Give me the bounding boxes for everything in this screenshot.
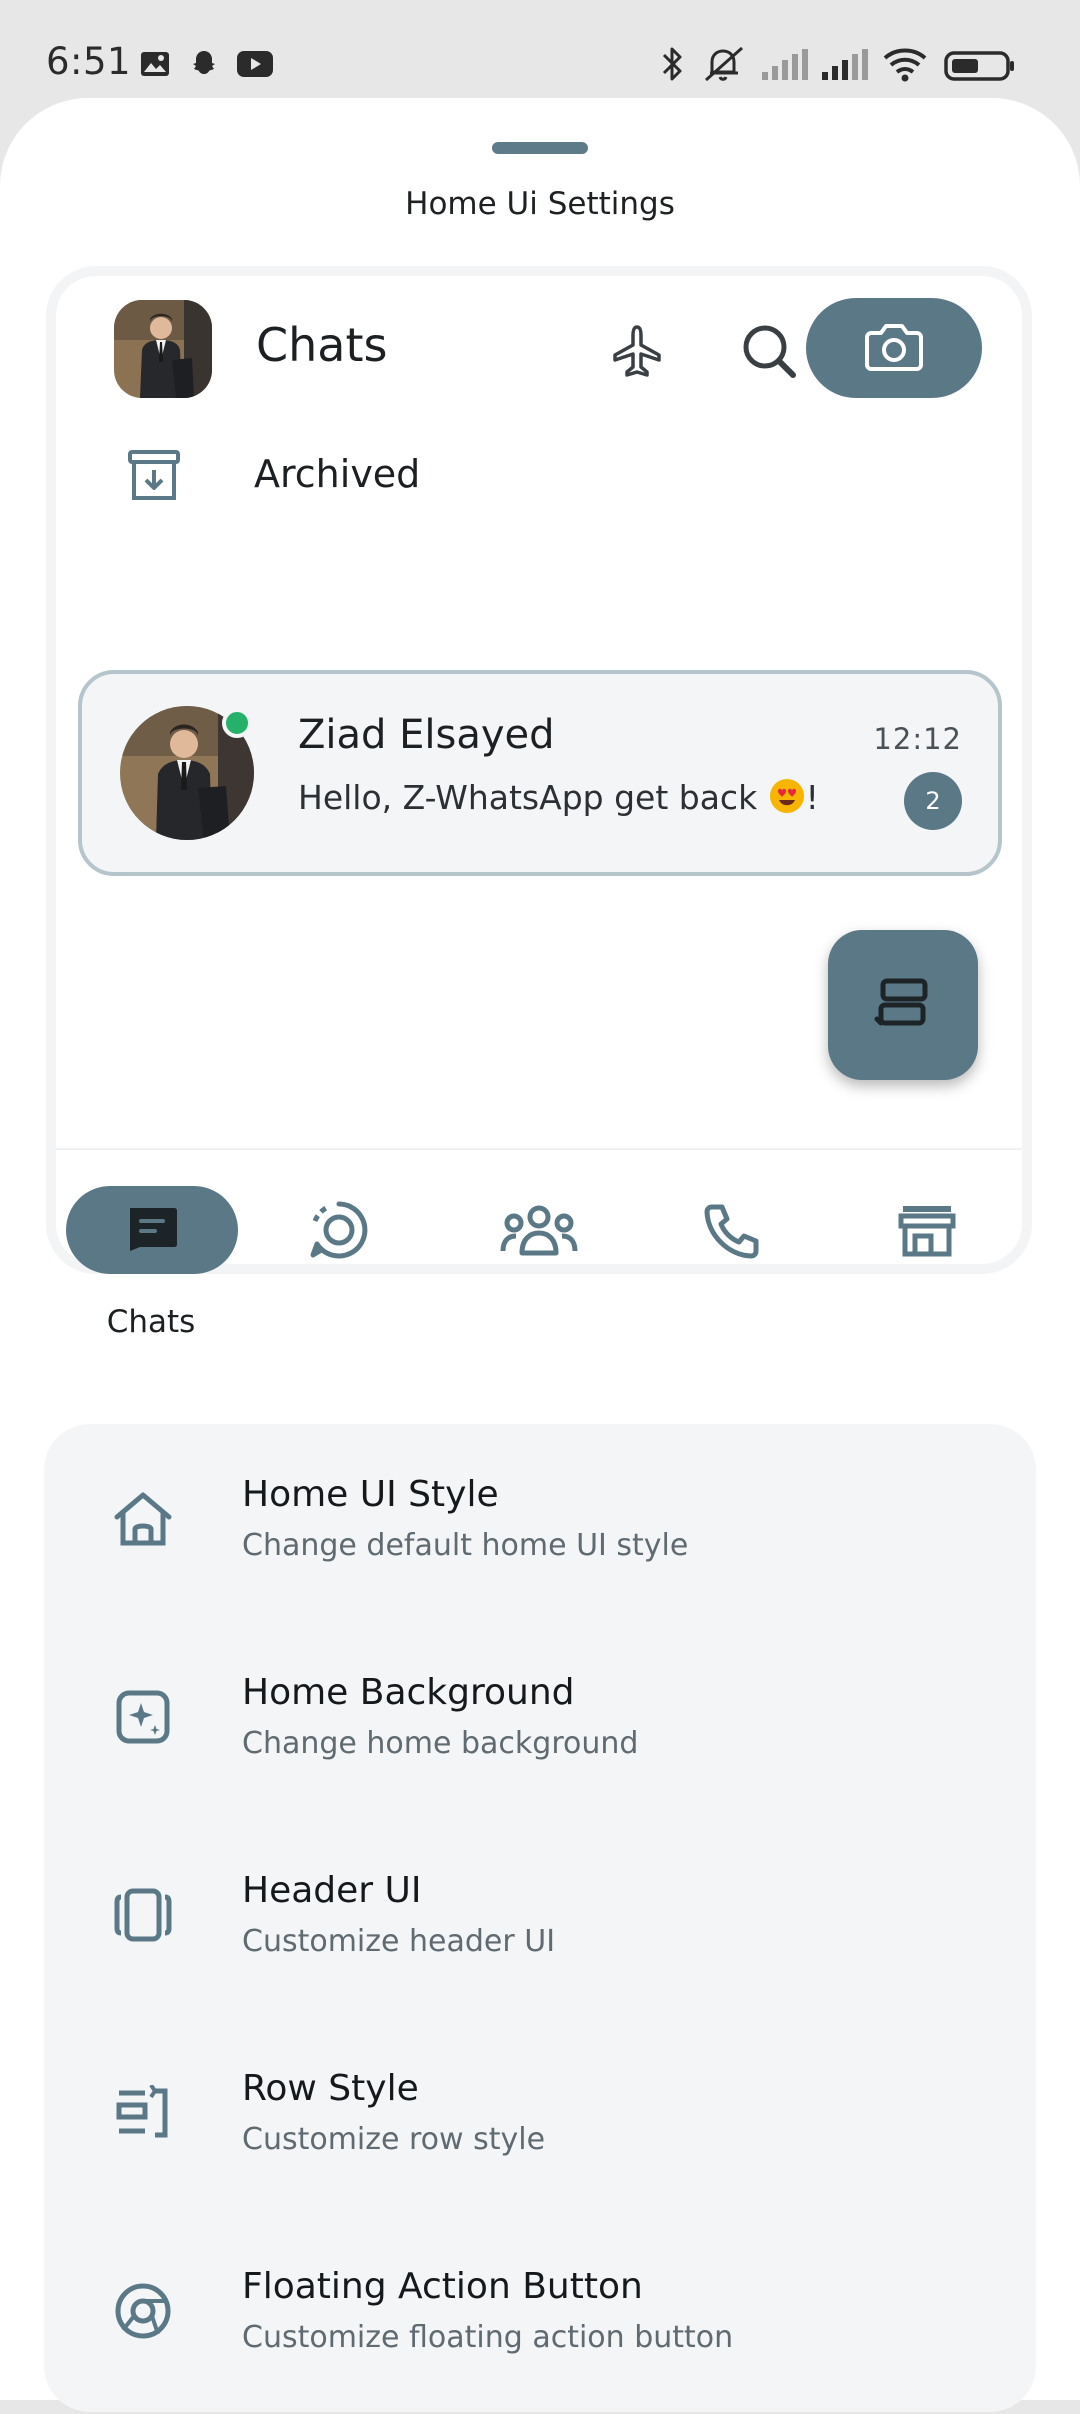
setting-subtitle: Change home background bbox=[242, 1726, 639, 1761]
heart-eyes-emoji-icon bbox=[769, 779, 804, 813]
setting-subtitle: Customize floating action button bbox=[242, 2320, 734, 2355]
setting-header-ui[interactable]: Header UI Customize header UI bbox=[44, 1820, 1036, 2018]
snapchat-icon bbox=[188, 48, 220, 84]
youtube-icon bbox=[236, 50, 274, 82]
home-preview: Chats Archived Ziad Elsayed Hello, Z-Wha… bbox=[46, 266, 1032, 1340]
home-icon bbox=[108, 1484, 178, 1554]
setting-home-ui-style[interactable]: Home UI Style Change default home UI sty… bbox=[44, 1424, 1036, 1622]
wifi-icon bbox=[882, 46, 928, 86]
contact-name: Ziad Elsayed bbox=[298, 712, 555, 758]
setting-title: Header UI bbox=[242, 1870, 422, 1911]
setting-subtitle: Customize header UI bbox=[242, 1924, 556, 1959]
archived-row[interactable]: Archived bbox=[56, 436, 1022, 516]
last-message: Hello, Z-WhatsApp get back ! bbox=[298, 778, 819, 817]
battery-icon bbox=[944, 50, 1016, 86]
signal-icon bbox=[760, 48, 810, 86]
floating-action-button[interactable] bbox=[828, 930, 978, 1080]
nav-item-chats[interactable] bbox=[66, 1186, 238, 1274]
last-message-text: Hello, Z-WhatsApp get back bbox=[298, 778, 768, 817]
communities-icon bbox=[500, 1203, 578, 1261]
bluetooth-icon bbox=[660, 44, 686, 88]
camera-icon bbox=[865, 321, 923, 375]
setting-floating-action-button[interactable]: Floating Action Button Customize floatin… bbox=[44, 2216, 1036, 2414]
profile-avatar[interactable] bbox=[114, 300, 212, 398]
store-icon bbox=[897, 1202, 957, 1262]
nav-label-chats: Chats bbox=[106, 1304, 196, 1340]
nav-item-status[interactable] bbox=[284, 1192, 394, 1272]
header-title: Chats bbox=[256, 318, 388, 372]
fab-icon bbox=[108, 2276, 178, 2346]
nav-item-store[interactable] bbox=[872, 1192, 982, 1272]
new-chat-icon bbox=[873, 975, 933, 1035]
setting-title: Home UI Style bbox=[242, 1474, 499, 1515]
sheet-title: Home Ui Settings bbox=[405, 186, 675, 222]
calls-icon bbox=[704, 1201, 762, 1263]
message-time: 12:12 bbox=[873, 722, 962, 756]
signal-icon bbox=[820, 48, 870, 86]
camera-button[interactable] bbox=[806, 298, 982, 398]
archive-icon bbox=[122, 444, 186, 508]
nav-item-communities[interactable] bbox=[484, 1192, 594, 1272]
row-icon bbox=[108, 2078, 178, 2148]
setting-subtitle: Change default home UI style bbox=[242, 1528, 689, 1563]
setting-title: Home Background bbox=[242, 1672, 575, 1713]
setting-title: Floating Action Button bbox=[242, 2266, 643, 2307]
unread-badge: 2 bbox=[904, 772, 962, 830]
setting-title: Row Style bbox=[242, 2068, 419, 2109]
airplane-icon[interactable] bbox=[602, 316, 672, 386]
mute-icon bbox=[702, 44, 746, 88]
setting-row-style[interactable]: Row Style Customize row style bbox=[44, 2018, 1036, 2216]
setting-home-background[interactable]: Home Background Change home background bbox=[44, 1622, 1036, 1820]
setting-subtitle: Customize row style bbox=[242, 2122, 546, 2157]
nav-divider bbox=[56, 1148, 1022, 1150]
last-message-end: ! bbox=[805, 778, 819, 817]
status-icon bbox=[308, 1199, 370, 1265]
online-indicator bbox=[222, 708, 252, 738]
nav-item-calls[interactable] bbox=[678, 1192, 788, 1272]
status-bar: 6:51 bbox=[0, 0, 1080, 96]
settings-list: Home UI Style Change default home UI sty… bbox=[44, 1424, 1036, 2412]
bottom-sheet: Home Ui Settings Chats Archived Ziad Els… bbox=[0, 98, 1080, 2412]
chats-icon bbox=[124, 1204, 180, 1256]
drag-handle[interactable] bbox=[492, 142, 588, 154]
status-time: 6:51 bbox=[46, 40, 132, 83]
chat-row[interactable]: Ziad Elsayed Hello, Z-WhatsApp get back … bbox=[78, 670, 1002, 876]
header-icon bbox=[108, 1880, 178, 1950]
background-icon bbox=[108, 1682, 178, 1752]
search-icon[interactable] bbox=[734, 316, 804, 386]
gallery-icon bbox=[140, 50, 170, 82]
archived-label: Archived bbox=[254, 452, 421, 496]
